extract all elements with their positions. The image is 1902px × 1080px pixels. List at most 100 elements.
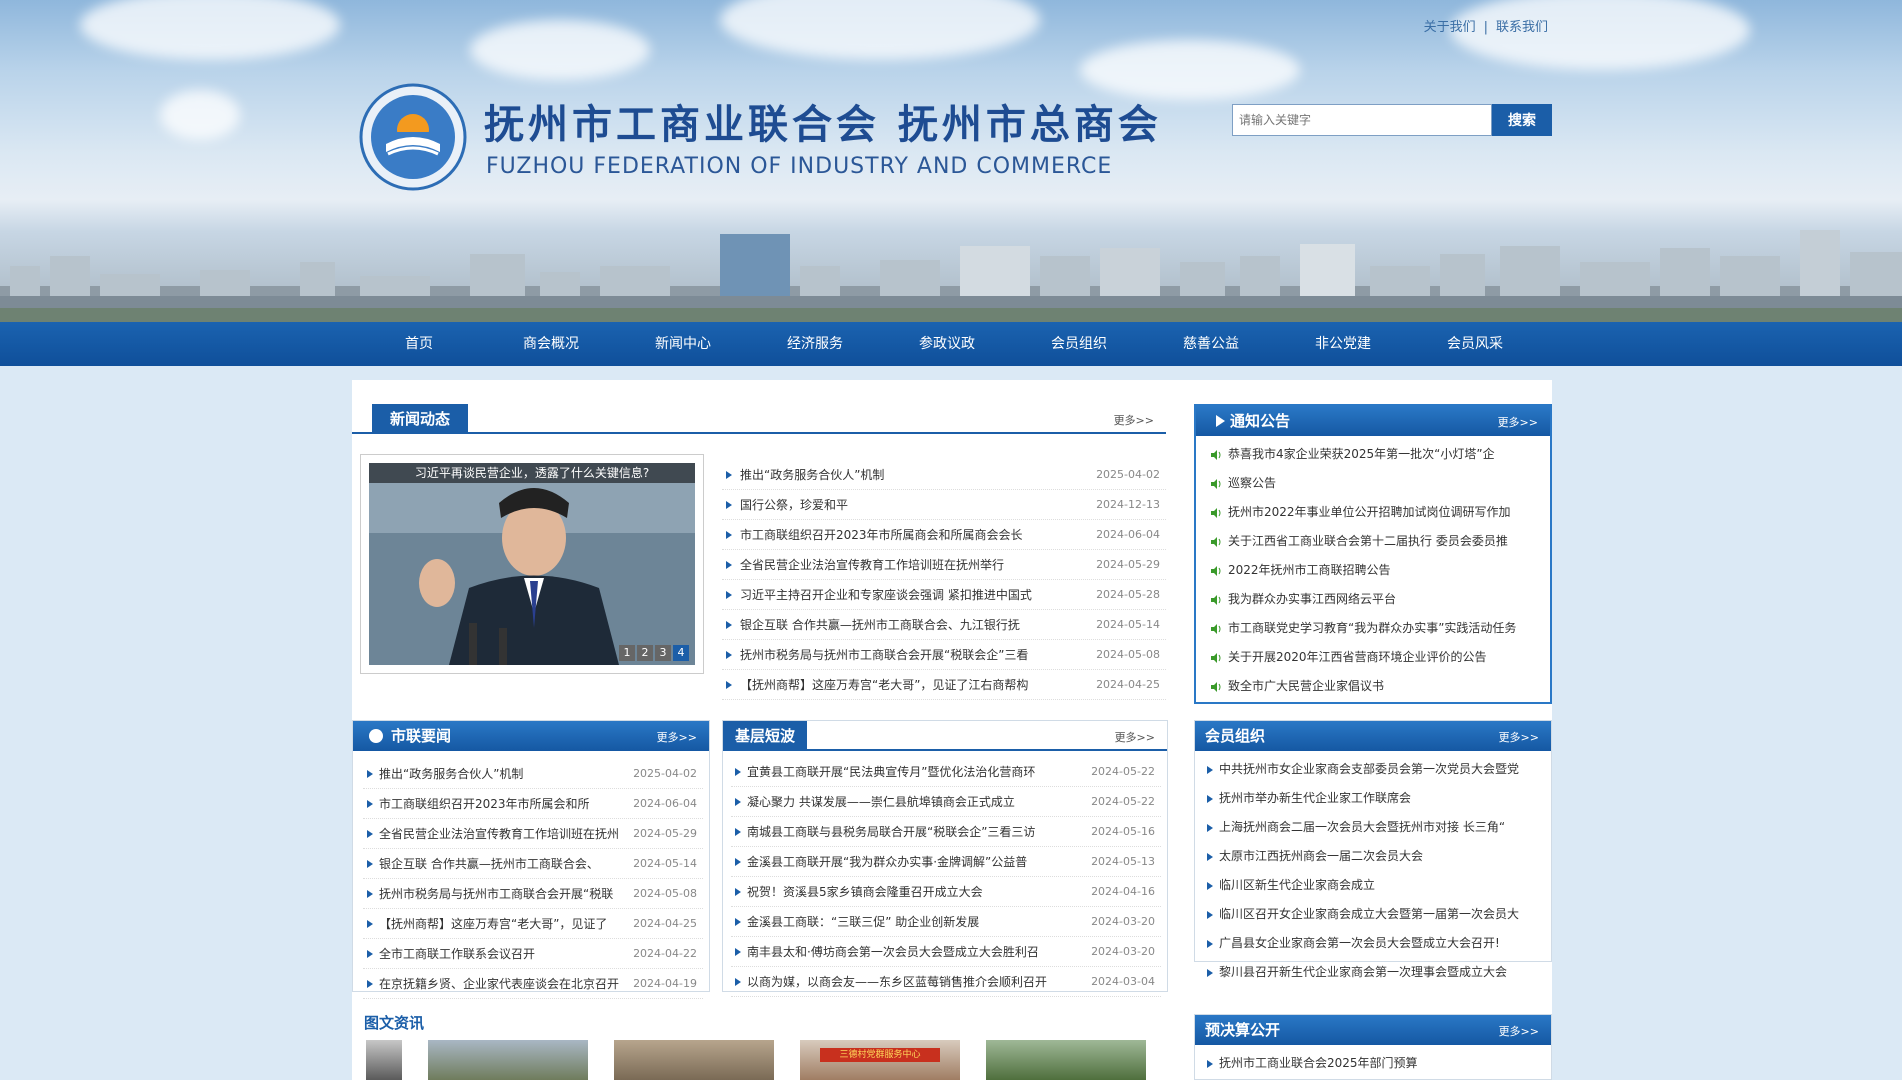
nav-item-member-style[interactable]: 会员风采 [1409, 322, 1541, 366]
list-item[interactable]: 黎川县召开新生代企业家商会第一次理事会暨成立大会 [1203, 958, 1543, 987]
slide-dot[interactable]: 1 [619, 645, 635, 661]
list-item[interactable]: 广昌县女企业家商会第一次会员大会暨成立大会召开! [1203, 929, 1543, 958]
nav-item-overview[interactable]: 商会概况 [485, 322, 617, 366]
separator: | [1483, 20, 1488, 35]
notice-more-link[interactable]: 更多>> [1498, 414, 1538, 430]
list-item[interactable]: 【抚州商帮】这座万寿宫“老大哥”，见证了 2024-04-25 [363, 909, 703, 939]
bullet-arrow-icon [735, 948, 741, 956]
member-org-list: 中共抚州市女企业家商会支部委员会第一次党员大会暨党 抚州市举办新生代企业家工作联… [1203, 755, 1543, 987]
bullet-arrow-icon [735, 768, 741, 776]
bullet-arrow-icon [726, 561, 732, 569]
list-item[interactable]: 太原市江西抚州商会一届二次会员大会 [1203, 842, 1543, 871]
photo-news-thumbnail[interactable] [986, 1040, 1146, 1080]
list-item[interactable]: 恭喜我市4家企业荣获2025年第一批次“小灯塔”企 [1204, 440, 1542, 469]
cloud-decoration [160, 90, 240, 140]
list-item[interactable]: 金溪县工商联：“三联三促” 助企业创新发展 2024-03-20 [731, 907, 1161, 937]
notice-header: 通知公告 更多>> [1196, 406, 1550, 436]
nav-item-member-org[interactable]: 会员组织 [1013, 322, 1145, 366]
news-slideshow[interactable]: 习近平再谈民营企业，透露了什么关键信息? 1 2 3 4 [360, 454, 704, 674]
slide-dot[interactable]: 3 [655, 645, 671, 661]
list-item[interactable]: 中共抚州市女企业家商会支部委员会第一次党员大会暨党 [1203, 755, 1543, 784]
arrow-icon [1216, 415, 1225, 427]
nav-item-politics[interactable]: 参政议政 [881, 322, 1013, 366]
list-item[interactable]: 市工商联组织召开2023年市所属商会和所属商会会长 2024-06-04 [722, 520, 1166, 550]
nav-item-economic-service[interactable]: 经济服务 [749, 322, 881, 366]
list-item[interactable]: 我为群众办实事江西网络云平台 [1204, 585, 1542, 614]
slideshow-image: 习近平再谈民营企业，透露了什么关键信息? 1 2 3 4 [369, 463, 695, 665]
search-button[interactable]: 搜索 [1492, 104, 1552, 136]
list-item[interactable]: 致全市广大民营企业家倡议书 [1204, 672, 1542, 701]
list-item[interactable]: 抚州市举办新生代企业家工作联席会 [1203, 784, 1543, 813]
site-title-chinese: 抚州市工商业联合会 抚州市总商会 [484, 101, 1162, 148]
federation-logo[interactable] [358, 82, 468, 192]
list-item[interactable]: 凝心聚力 共谋发展——崇仁县航埠镇商会正式成立 2024-05-22 [731, 787, 1161, 817]
list-item[interactable]: 宜黄县工商联开展“民法典宣传月”暨优化法治化营商环 2024-05-22 [731, 757, 1161, 787]
list-item[interactable]: 全市工商联工作联系会议召开 2024-04-22 [363, 939, 703, 969]
bullet-arrow-icon [367, 770, 373, 778]
list-item[interactable]: 抚州市税务局与抚州市工商联合会开展“税联 2024-05-08 [363, 879, 703, 909]
list-item[interactable]: 推出“政务服务合伙人”机制 2025-04-02 [722, 460, 1166, 490]
budget-more-link[interactable]: 更多>> [1499, 1023, 1539, 1039]
list-item[interactable]: 银企互联 合作共赢—抚州市工商联合会、九江银行抚 2024-05-14 [722, 610, 1166, 640]
search-input[interactable] [1232, 104, 1492, 136]
list-item[interactable]: 金溪县工商联开展“我为群众办实事·金牌调解”公益普 2024-05-13 [731, 847, 1161, 877]
list-item[interactable]: 巡察公告 [1204, 469, 1542, 498]
slideshow-pager: 1 2 3 4 [619, 645, 689, 661]
thumbnail-sign: 三德村党群服务中心 [820, 1048, 940, 1062]
list-item[interactable]: 市工商联党史学习教育“我为群众办实事”实践活动任务 [1204, 614, 1542, 643]
cloud-decoration [80, 0, 340, 60]
bullet-arrow-icon [1207, 795, 1213, 803]
cloud-decoration [470, 20, 650, 80]
city-news-more-link[interactable]: 更多>> [657, 729, 697, 745]
list-item[interactable]: 以商为媒，以商会友——东乡区蓝莓销售推介会顺利召开 2024-03-04 [731, 967, 1161, 997]
slide-dot-active[interactable]: 4 [673, 645, 689, 661]
contact-us-link[interactable]: 联系我们 [1496, 20, 1548, 35]
list-item[interactable]: 临川区召开女企业家商会成立大会暨第一届第一次会员大 [1203, 900, 1543, 929]
nav-item-home[interactable]: 首页 [353, 322, 485, 366]
bullet-arrow-icon [1207, 911, 1213, 919]
photo-news-thumbnail[interactable] [366, 1040, 402, 1080]
nav-item-news-center[interactable]: 新闻中心 [617, 322, 749, 366]
list-item[interactable]: 市工商联组织召开2023年市所属会和所 2024-06-04 [363, 789, 703, 819]
member-org-more-link[interactable]: 更多>> [1499, 729, 1539, 745]
bullet-arrow-icon [367, 920, 373, 928]
list-item[interactable]: 临川区新生代企业家商会成立 [1203, 871, 1543, 900]
nav-item-charity[interactable]: 慈善公益 [1145, 322, 1277, 366]
list-item[interactable]: 银企互联 合作共赢—抚州市工商联合会、 2024-05-14 [363, 849, 703, 879]
list-item[interactable]: 南丰县太和·傅坊商会第一次会员大会暨成立大会胜利召 2024-03-20 [731, 937, 1161, 967]
budget-list: 抚州市工商业联合会2025年部门预算 [1203, 1049, 1543, 1078]
list-item[interactable]: 习近平主持召开企业和专家座谈会强调 紧扣推进中国式 2024-05-28 [722, 580, 1166, 610]
list-item[interactable]: 南城县工商联与县税务局联合开展“税联会企”三看三访 2024-05-16 [731, 817, 1161, 847]
tab-grassroots[interactable]: 基层短波 [723, 721, 808, 751]
photo-news-thumbnail[interactable]: 三德村党群服务中心 [800, 1040, 960, 1080]
list-item[interactable]: 国行公祭，珍爱和平 2024-12-13 [722, 490, 1166, 520]
photo-news-title: 图文资讯 [364, 1014, 425, 1032]
news-panel-header: 新闻动态 更多>> [352, 404, 1166, 434]
list-item[interactable]: 全省民营企业法治宣传教育工作培训班在抚州 2024-05-29 [363, 819, 703, 849]
list-item[interactable]: 关于开展2020年江西省营商环境企业评价的公告 [1204, 643, 1542, 672]
grassroots-more-link[interactable]: 更多>> [1115, 729, 1155, 745]
list-item[interactable]: 2022年抚州市工商联招聘公告 [1204, 556, 1542, 585]
bullet-arrow-icon [735, 858, 741, 866]
list-item[interactable]: 上海抚州商会二届一次会员大会暨抚州市对接 长三角“ [1203, 813, 1543, 842]
bullet-arrow-icon [726, 651, 732, 659]
about-us-link[interactable]: 关于我们 [1424, 20, 1476, 35]
top-links: 关于我们 | 联系我们 [1424, 16, 1548, 35]
member-org-header: 会员组织 更多>> [1195, 721, 1551, 751]
tab-news-dynamic[interactable]: 新闻动态 [372, 404, 469, 434]
city-news-list: 推出“政务服务合伙人”机制 2025-04-02 市工商联组织召开2023年市所属… [363, 759, 703, 999]
list-item[interactable]: 祝贺！资溪县5家乡镇商会隆重召开成立大会 2024-04-16 [731, 877, 1161, 907]
photo-news-thumbnail[interactable] [614, 1040, 774, 1080]
list-item[interactable]: 关于江西省工商业联合会第十二届执行 委员会委员推 [1204, 527, 1542, 556]
photo-news-thumbnail[interactable] [428, 1040, 588, 1080]
slide-dot[interactable]: 2 [637, 645, 653, 661]
news-more-link[interactable]: 更多>> [1114, 412, 1154, 428]
list-item[interactable]: 抚州市2022年事业单位公开招聘加试岗位调研写作加 [1204, 498, 1542, 527]
list-item[interactable]: 全省民营企业法治宣传教育工作培训班在抚州举行 2024-05-29 [722, 550, 1166, 580]
nav-item-party-building[interactable]: 非公党建 [1277, 322, 1409, 366]
list-item[interactable]: 推出“政务服务合伙人”机制 2025-04-02 [363, 759, 703, 789]
list-item[interactable]: 抚州市税务局与抚州市工商联合会开展“税联会企”三看 2024-05-08 [722, 640, 1166, 670]
list-item[interactable]: 【抚州商帮】这座万寿宫“老大哥”，见证了江右商帮构 2024-04-25 [722, 670, 1166, 700]
list-item[interactable]: 在京抚籍乡贤、企业家代表座谈会在北京召开 2024-04-19 [363, 969, 703, 999]
list-item[interactable]: 抚州市工商业联合会2025年部门预算 [1203, 1049, 1543, 1078]
